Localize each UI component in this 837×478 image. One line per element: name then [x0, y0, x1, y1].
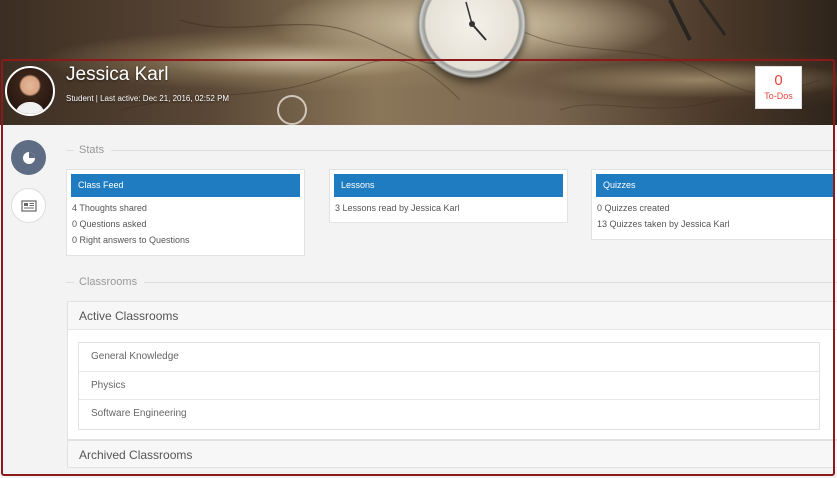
lessons-line: 3 Lessons read by Jessica Karl — [335, 203, 460, 213]
lessons-card: Lessons 3 Lessons read by Jessica Karl — [329, 169, 568, 223]
classrooms-section-label: Classrooms — [79, 276, 138, 288]
quizzes-card: Quizzes 0 Quizzes created 13 Quizzes tak… — [591, 169, 837, 240]
class-feed-line: 0 Right answers to Questions — [72, 235, 190, 245]
stats-nav-button[interactable] — [11, 140, 46, 175]
todos-button[interactable]: 0 To-Dos — [755, 66, 802, 109]
feed-nav-button[interactable] — [11, 188, 46, 223]
archived-classrooms-header[interactable]: Archived Classrooms — [67, 440, 837, 468]
pie-chart-icon — [22, 151, 35, 164]
profile-name: Jessica Karl — [66, 64, 169, 85]
quizzes-title: Quizzes — [596, 174, 833, 197]
class-feed-title: Class Feed — [71, 174, 300, 197]
profile-last-active: Student | Last active: Dec 21, 2016, 02:… — [66, 94, 230, 103]
classroom-item[interactable]: General Knowledge — [79, 343, 819, 372]
stats-section-title: Stats — [66, 144, 837, 156]
class-feed-line: 0 Questions asked — [72, 219, 147, 229]
todos-label: To-Dos — [764, 91, 793, 101]
class-feed-card: Class Feed 4 Thoughts shared 0 Questions… — [66, 169, 305, 256]
active-classrooms-panel: Active Classrooms General Knowledge Phys… — [67, 301, 837, 440]
newspaper-icon — [20, 199, 37, 212]
profile-avatar — [5, 66, 55, 116]
lessons-title: Lessons — [334, 174, 563, 197]
class-feed-line: 4 Thoughts shared — [72, 203, 147, 213]
classroom-item[interactable]: Software Engineering — [79, 400, 819, 429]
todos-count: 0 — [774, 72, 783, 89]
profile-banner — [0, 0, 837, 125]
avatar-shirt — [15, 102, 45, 114]
classroom-list: General Knowledge Physics Software Engin… — [78, 342, 820, 430]
classrooms-section-title: Classrooms — [66, 276, 837, 288]
active-classrooms-header[interactable]: Active Classrooms — [68, 302, 837, 330]
quizzes-line: 0 Quizzes created — [597, 203, 670, 213]
watch-face — [465, 1, 487, 41]
quizzes-line: 13 Quizzes taken by Jessica Karl — [597, 219, 730, 229]
classroom-item[interactable]: Physics — [79, 372, 819, 400]
pocket-watch-image — [418, 0, 526, 78]
stats-section-label: Stats — [79, 144, 105, 156]
